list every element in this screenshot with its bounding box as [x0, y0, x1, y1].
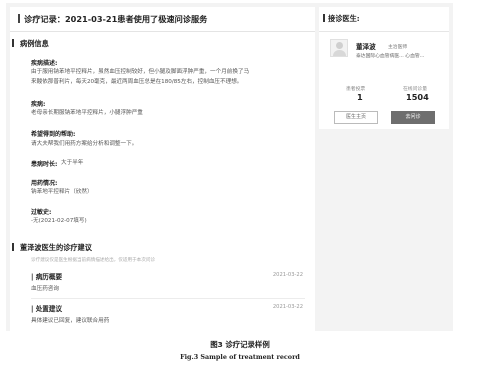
advice-item-title-text: 病历概要	[35, 273, 63, 281]
title-marker	[18, 14, 20, 23]
advice-item-date: 2021-03-22	[272, 304, 303, 310]
doctor-panel: 接诊医生: 董泽波 主治医师 泰达国际心血管病医... 心血管... 患者投票 …	[319, 7, 449, 129]
allergy-value: -无(2021-02-07填写)	[31, 218, 87, 224]
screenshot-frame: 诊疗记录：2021-03-21患者使用了极速问诊服务 病例信息 疾病描述: 由于…	[6, 3, 453, 331]
advice-item-title: | 病历概要	[31, 271, 62, 281]
avatar-head	[336, 42, 343, 49]
medication-value: 钠苯地平控释片（欣然）	[31, 189, 93, 195]
doctor-panel-divider	[319, 31, 449, 32]
doctor-panel-title-text: 接诊医生:	[328, 14, 360, 23]
allergy-label: 过敏史:	[31, 209, 52, 216]
doctor-avatar-icon[interactable]	[330, 39, 348, 57]
advice-item-content: 具体建议已回复，建议联合用药	[31, 318, 110, 324]
record-panel: 诊疗记录：2021-03-21患者使用了极速问诊服务 病例信息 疾病描述: 由于…	[10, 7, 315, 331]
description-line-1: 由于服用钠苯地平控释片，虽然血压控制较好，但小腿及脚面浮肿严重，一个月前换了马	[31, 69, 250, 75]
duration-value: 大于半年	[61, 159, 84, 166]
duration-label: 患病时长:	[31, 161, 58, 168]
consult-count-label: 在线问诊量	[403, 87, 427, 92]
doctor-home-button[interactable]: 医生主页	[334, 111, 378, 124]
title-divider	[10, 31, 315, 32]
help-label: 希望得到的帮助:	[31, 131, 76, 138]
section-marker	[12, 39, 14, 47]
disease-label: 疾病:	[31, 101, 46, 108]
doctor-hospital: 泰达国际心血管病医... 心血管...	[356, 54, 425, 59]
vote-label: 患者投票	[346, 87, 366, 92]
doctor-name[interactable]: 董泽波	[356, 41, 376, 51]
doctor-title: 主治医师	[388, 44, 408, 50]
advice-divider	[31, 298, 305, 299]
consult-button[interactable]: 去问诊	[391, 111, 435, 124]
description-line-2: 来酸依那普利片，每天20毫克，最近两周血压总是在180/85左右，控制血压不理想…	[31, 79, 243, 85]
description-label: 疾病描述:	[31, 60, 58, 67]
record-title: 诊疗记录：2021-03-21患者使用了极速问诊服务	[18, 13, 207, 25]
record-title-text: 诊疗记录：2021-03-21患者使用了极速问诊服务	[24, 14, 208, 24]
figure-caption-en: Fig.3 Sample of treatment record	[180, 353, 300, 361]
advice-heading-text: 董泽波医生的诊疗建议	[20, 243, 92, 252]
advice-item-title-text: 处置建议	[35, 305, 63, 313]
case-info-heading: 病例信息	[12, 39, 49, 49]
consult-count-value: 1504	[406, 92, 429, 102]
doctor-panel-title: 接诊医生:	[323, 14, 360, 24]
title-marker	[323, 14, 325, 22]
advice-item-date: 2021-03-22	[272, 272, 303, 278]
medication-label: 用药情况:	[31, 180, 58, 187]
help-value: 请大夫帮我们用药方案给分析和调整一下。	[31, 141, 138, 147]
vote-value: 1	[357, 92, 363, 102]
advice-heading: 董泽波医生的诊疗建议	[12, 243, 92, 253]
section-marker	[12, 243, 14, 251]
disease-value: 老母亲长期服钠苯地平控释片，小腿浮肿严重	[31, 110, 143, 116]
advice-note: 诊疗建议仅是医生根据当前病情描述给出，仅适用于本次问诊	[31, 258, 156, 263]
figure-caption-cn: 图3 诊疗记录样例	[210, 340, 270, 349]
advice-item-title: | 处置建议	[31, 303, 62, 313]
avatar-body	[333, 50, 346, 56]
case-info-heading-text: 病例信息	[20, 39, 49, 48]
advice-item-content: 血压药咨询	[31, 286, 59, 292]
